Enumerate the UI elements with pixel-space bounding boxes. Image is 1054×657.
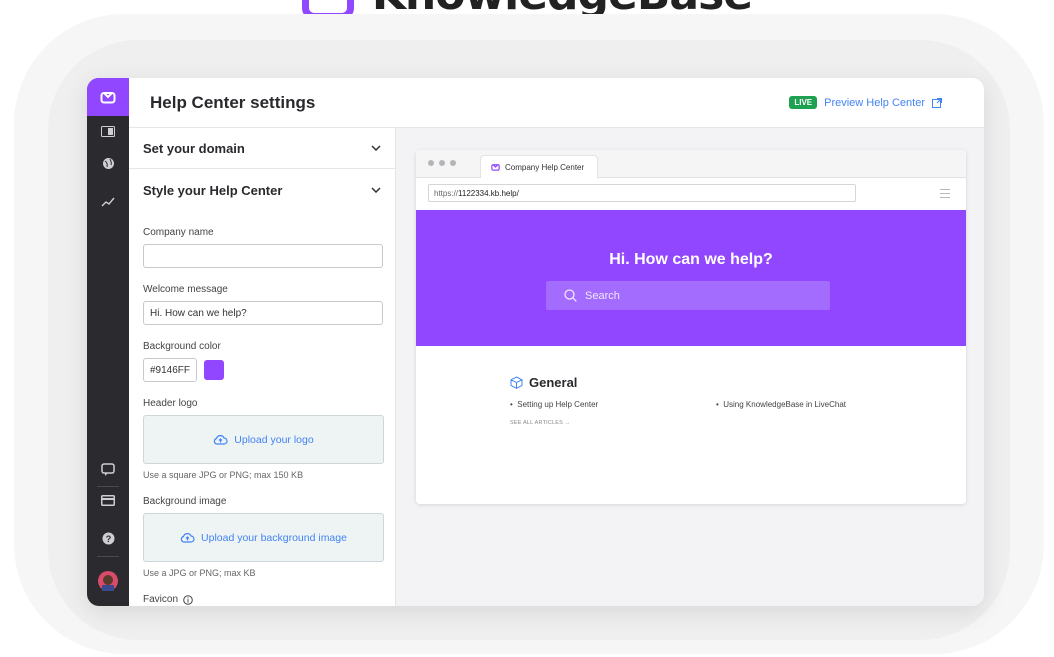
chevron-down-icon (371, 145, 381, 151)
preview-hero: Hi. How can we help? Search (416, 210, 966, 346)
chat-icon[interactable] (87, 457, 129, 483)
chart-icon[interactable] (87, 189, 129, 215)
app-logo-icon[interactable] (87, 78, 129, 116)
category-title: General (510, 375, 966, 390)
article-link[interactable]: • Setting up Help Center (510, 400, 598, 409)
header-actions: LIVE Preview Help Center (789, 96, 942, 109)
article-list: • Setting up Help Center • Using Knowled… (510, 390, 966, 420)
header-logo-hint: Use a square JPG or PNG; max 150 KB (143, 470, 304, 480)
menu-icon[interactable] (940, 189, 950, 201)
chevron-down-icon (371, 187, 381, 193)
color-row: #9146FF (143, 358, 381, 382)
address-bar[interactable]: https://1122334.kb.help/ (428, 184, 856, 202)
background-image-label: Background image (143, 496, 227, 507)
cloud-upload-icon (180, 533, 195, 543)
see-all-articles-link[interactable]: SEE ALL ARTICLES → (510, 420, 966, 426)
background-color-input[interactable]: #9146FF (143, 358, 197, 382)
rail-divider (97, 556, 119, 557)
browser-mockup: Company Help Center https://1122334.kb.h… (416, 150, 966, 504)
preview-search-input[interactable]: Search (546, 281, 830, 310)
box-icon (510, 376, 523, 389)
external-link-icon[interactable] (932, 97, 942, 108)
browser-tab[interactable]: Company Help Center (480, 155, 598, 178)
settings-panel: Set your domain Style your Help Center C… (129, 128, 396, 606)
svg-text:?: ? (105, 534, 111, 544)
window-dots (428, 160, 456, 166)
live-badge: LIVE (789, 96, 818, 109)
upload-logo-label: Upload your logo (234, 433, 314, 446)
upload-background-button[interactable]: Upload your background image (143, 513, 384, 562)
accordion-set-domain[interactable]: Set your domain (129, 128, 395, 169)
category-name: General (529, 375, 578, 390)
info-icon[interactable] (183, 594, 193, 605)
help-icon[interactable]: ? (87, 525, 129, 551)
company-name-input[interactable] (143, 244, 383, 268)
avatar[interactable] (87, 568, 129, 594)
upload-background-label: Upload your background image (201, 531, 347, 544)
page-title: Help Center settings (150, 92, 316, 112)
company-name-label: Company name (143, 227, 214, 238)
preview-help-center-link[interactable]: Preview Help Center (824, 97, 925, 109)
app-logo-icon (491, 164, 500, 171)
favicon-label: Favicon (143, 594, 179, 605)
preview-content: General • Setting up Help Center • Using… (416, 346, 966, 426)
upload-logo-button[interactable]: Upload your logo (143, 415, 384, 464)
background-image-hint: Use a JPG or PNG; max KB (143, 568, 256, 578)
welcome-message-input[interactable]: Hi. How can we help? (143, 301, 383, 325)
browser-tab-bar: Company Help Center (416, 150, 966, 178)
background-color-label: Background color (143, 341, 221, 352)
accordion-label: Style your Help Center (143, 182, 283, 198)
accordion-style-help-center[interactable]: Style your Help Center (129, 169, 395, 211)
style-form: Company name Welcome message Hi. How can… (129, 227, 395, 606)
favicon-label-row: Favicon (143, 594, 381, 605)
color-swatch[interactable] (204, 360, 224, 380)
accordion-label: Set your domain (143, 140, 245, 156)
url-host: 1122334.kb.help/ (458, 188, 519, 198)
tab-title: Company Help Center (505, 162, 585, 172)
globe-icon[interactable] (87, 150, 129, 176)
articles-icon[interactable] (87, 118, 129, 144)
billing-icon[interactable] (87, 487, 129, 513)
preview-pane: Company Help Center https://1122334.kb.h… (396, 128, 984, 606)
cloud-upload-icon (214, 435, 228, 445)
search-icon (564, 289, 577, 302)
search-placeholder: Search (585, 289, 620, 302)
url-row: https://1122334.kb.help/ (416, 178, 966, 210)
hero-heading: Hi. How can we help? (609, 251, 773, 268)
sidebar-rail: ? (87, 78, 129, 606)
app-window: ? Help Center settings LIVE Preview Help… (87, 78, 984, 606)
url-prefix: https:// (434, 188, 459, 198)
header-logo-label: Header logo (143, 398, 198, 409)
welcome-message-label: Welcome message (143, 284, 228, 295)
page-header: Help Center settings LIVE Preview Help C… (129, 78, 984, 128)
article-link[interactable]: • Using KnowledgeBase in LiveChat (716, 400, 846, 409)
